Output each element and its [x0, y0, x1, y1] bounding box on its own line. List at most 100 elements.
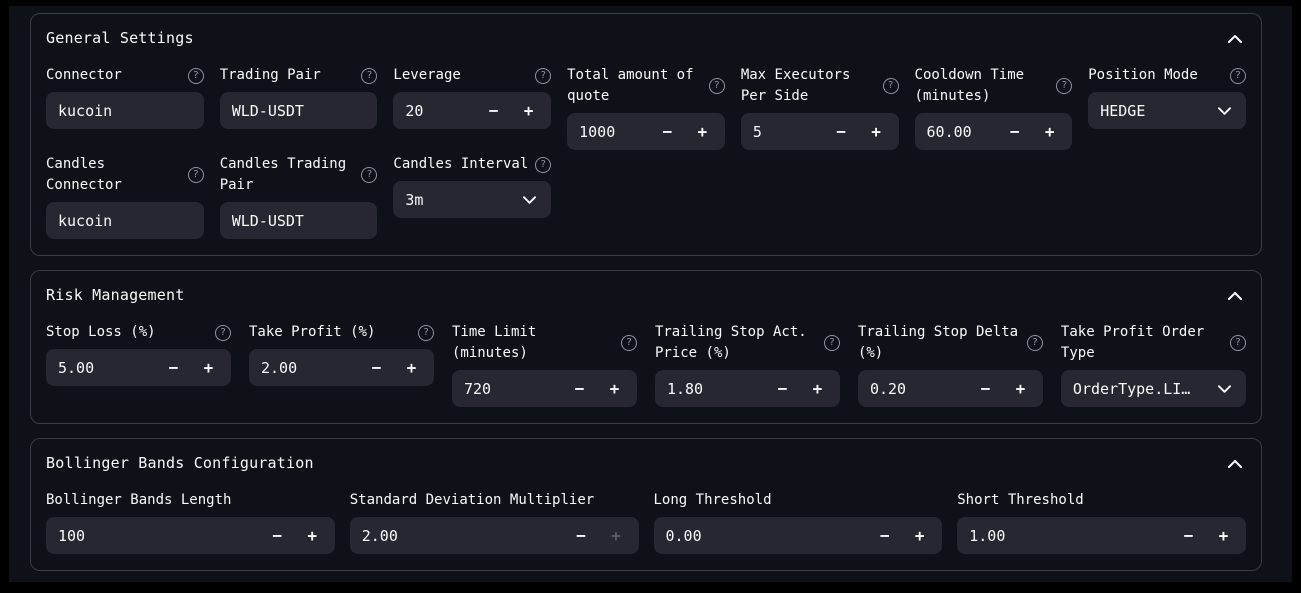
- increment-button[interactable]: +: [1032, 113, 1067, 150]
- number-input[interactable]: [350, 517, 564, 554]
- text-input[interactable]: [46, 202, 204, 239]
- field: Candles Trading Pair?: [220, 154, 378, 239]
- help-icon[interactable]: ?: [824, 335, 840, 351]
- chevron-down-glyph: [523, 196, 536, 204]
- select[interactable]: OrderType.LI…: [1061, 370, 1246, 407]
- increment-button[interactable]: +: [800, 370, 835, 407]
- number-input-wrapper: −+: [741, 113, 899, 150]
- select[interactable]: HEDGE: [1088, 92, 1246, 129]
- decrement-button[interactable]: −: [564, 517, 599, 554]
- select[interactable]: 3m: [393, 181, 551, 218]
- field: Take Profit Order Type?OrderType.LI…: [1061, 322, 1246, 407]
- number-input[interactable]: [567, 113, 650, 150]
- field-label-row: Long Threshold: [654, 490, 943, 511]
- section-title: Bollinger Bands Configuration: [46, 455, 314, 472]
- field-label: Standard Deviation Multiplier: [350, 490, 594, 511]
- section-title: Risk Management: [46, 287, 184, 304]
- increment-button: +: [599, 517, 634, 554]
- number-input[interactable]: [655, 370, 765, 407]
- help-icon[interactable]: ?: [418, 325, 434, 341]
- strategy-config-form: General SettingsConnector?Trading Pair?L…: [30, 13, 1262, 571]
- field-label-row: Total amount of quote?: [567, 65, 725, 107]
- number-input-wrapper: −+: [249, 349, 434, 386]
- number-input[interactable]: [46, 349, 156, 386]
- increment-button[interactable]: +: [597, 370, 632, 407]
- number-input[interactable]: [915, 113, 998, 150]
- field: Take Profit (%)? −+: [249, 322, 434, 386]
- number-input[interactable]: [957, 517, 1171, 554]
- number-input[interactable]: [452, 370, 562, 407]
- field-label-row: Time Limit (minutes)?: [452, 322, 637, 364]
- number-input[interactable]: [858, 370, 968, 407]
- decrement-button[interactable]: −: [824, 113, 859, 150]
- field-label: Bollinger Bands Length: [46, 490, 231, 511]
- field-label: Trailing Stop Act. Price (%): [655, 322, 807, 364]
- collapse-section-button[interactable]: [1224, 33, 1246, 45]
- decrement-button[interactable]: −: [968, 370, 1003, 407]
- help-icon[interactable]: ?: [535, 68, 551, 84]
- help-icon[interactable]: ?: [188, 68, 204, 84]
- select-value: OrderType.LI…: [1073, 380, 1190, 398]
- decrement-button[interactable]: −: [997, 113, 1032, 150]
- decrement-button[interactable]: −: [359, 349, 394, 386]
- help-icon[interactable]: ?: [215, 325, 231, 341]
- text-input[interactable]: [46, 92, 204, 129]
- help-icon[interactable]: ?: [361, 167, 377, 183]
- text-input[interactable]: [220, 92, 378, 129]
- number-input[interactable]: [654, 517, 868, 554]
- increment-button[interactable]: +: [394, 349, 429, 386]
- field: Long Threshold −+: [654, 490, 943, 554]
- increment-button[interactable]: +: [1206, 517, 1241, 554]
- increment-button[interactable]: +: [511, 92, 546, 129]
- number-input[interactable]: [46, 517, 260, 554]
- number-input[interactable]: [393, 92, 476, 129]
- increment-button[interactable]: +: [295, 517, 330, 554]
- section-card: Bollinger Bands Configuration Bollinger B…: [30, 438, 1262, 571]
- section-header: General Settings: [46, 30, 1246, 47]
- help-icon[interactable]: ?: [621, 335, 637, 351]
- increment-button[interactable]: +: [859, 113, 894, 150]
- increment-button[interactable]: +: [902, 517, 937, 554]
- section-card: General SettingsConnector?Trading Pair?L…: [30, 13, 1262, 256]
- field: Trailing Stop Act. Price (%)? −+: [655, 322, 840, 407]
- increment-button[interactable]: +: [191, 349, 226, 386]
- field-label-row: Connector?: [46, 65, 204, 86]
- field: Candles Interval?3m: [393, 154, 551, 218]
- chevron-down-icon: [1218, 385, 1231, 393]
- decrement-button[interactable]: −: [650, 113, 685, 150]
- collapse-section-button[interactable]: [1224, 290, 1246, 302]
- field-label-row: Max Executors Per Side?: [741, 65, 899, 107]
- decrement-button[interactable]: −: [562, 370, 597, 407]
- help-icon[interactable]: ?: [1230, 68, 1246, 84]
- field-label-row: Candles Trading Pair?: [220, 154, 378, 196]
- text-input[interactable]: [220, 202, 378, 239]
- field-label: Take Profit (%): [249, 322, 375, 343]
- number-input-wrapper: −+: [46, 517, 335, 554]
- number-input[interactable]: [741, 113, 824, 150]
- decrement-button[interactable]: −: [765, 370, 800, 407]
- increment-button[interactable]: +: [1003, 370, 1038, 407]
- decrement-button[interactable]: −: [1171, 517, 1206, 554]
- help-icon[interactable]: ?: [709, 78, 725, 94]
- decrement-button[interactable]: −: [867, 517, 902, 554]
- number-input-wrapper: −+: [655, 370, 840, 407]
- decrement-button[interactable]: −: [260, 517, 295, 554]
- help-icon[interactable]: ?: [883, 78, 899, 94]
- number-input-wrapper: −+: [46, 349, 231, 386]
- help-icon[interactable]: ?: [1027, 335, 1043, 351]
- collapse-section-button[interactable]: [1224, 458, 1246, 470]
- decrement-button[interactable]: −: [476, 92, 511, 129]
- help-icon[interactable]: ?: [535, 157, 551, 173]
- help-icon[interactable]: ?: [188, 167, 204, 183]
- help-icon[interactable]: ?: [1230, 335, 1246, 351]
- app-background: General SettingsConnector?Trading Pair?L…: [9, 6, 1292, 582]
- help-icon[interactable]: ?: [361, 68, 377, 84]
- help-icon[interactable]: ?: [1056, 78, 1072, 94]
- form-row: Connector?Trading Pair?Leverage?−+Total …: [46, 65, 1246, 150]
- decrement-button[interactable]: −: [156, 349, 191, 386]
- chevron-down-glyph: [1218, 385, 1231, 393]
- field-label: Max Executors Per Side: [741, 65, 851, 107]
- increment-button[interactable]: +: [685, 113, 720, 150]
- number-input[interactable]: [249, 349, 359, 386]
- field: Time Limit (minutes)? −+: [452, 322, 637, 407]
